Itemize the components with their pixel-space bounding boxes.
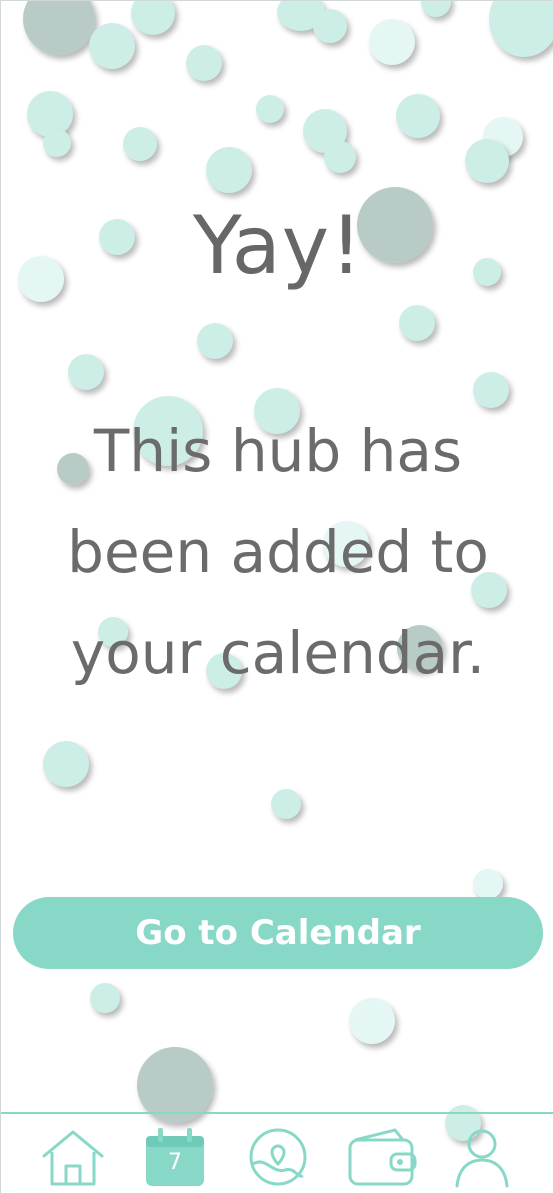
tab-calendar[interactable]: 7 bbox=[142, 1126, 208, 1188]
calendar-day-number: 7 bbox=[168, 1150, 182, 1175]
headline: Yay! bbox=[192, 199, 364, 292]
map-pin-globe-icon bbox=[249, 1128, 307, 1186]
success-screen: Yay! This hub has been added to your cal… bbox=[0, 0, 554, 1194]
tab-wallet[interactable] bbox=[347, 1126, 417, 1188]
go-to-calendar-button[interactable]: Go to Calendar bbox=[13, 897, 543, 969]
profile-icon bbox=[455, 1129, 509, 1188]
tab-home[interactable] bbox=[40, 1126, 106, 1188]
tab-explore[interactable] bbox=[245, 1126, 311, 1188]
tab-profile[interactable] bbox=[453, 1126, 511, 1188]
home-icon bbox=[42, 1130, 104, 1186]
wallet-icon bbox=[348, 1128, 417, 1186]
confirmation-content: Yay! This hub has been added to your cal… bbox=[1, 1, 553, 1111]
confirmation-message: This hub has been added to your calendar… bbox=[67, 417, 489, 687]
bottom-tab-bar: 7 bbox=[1, 1112, 553, 1193]
